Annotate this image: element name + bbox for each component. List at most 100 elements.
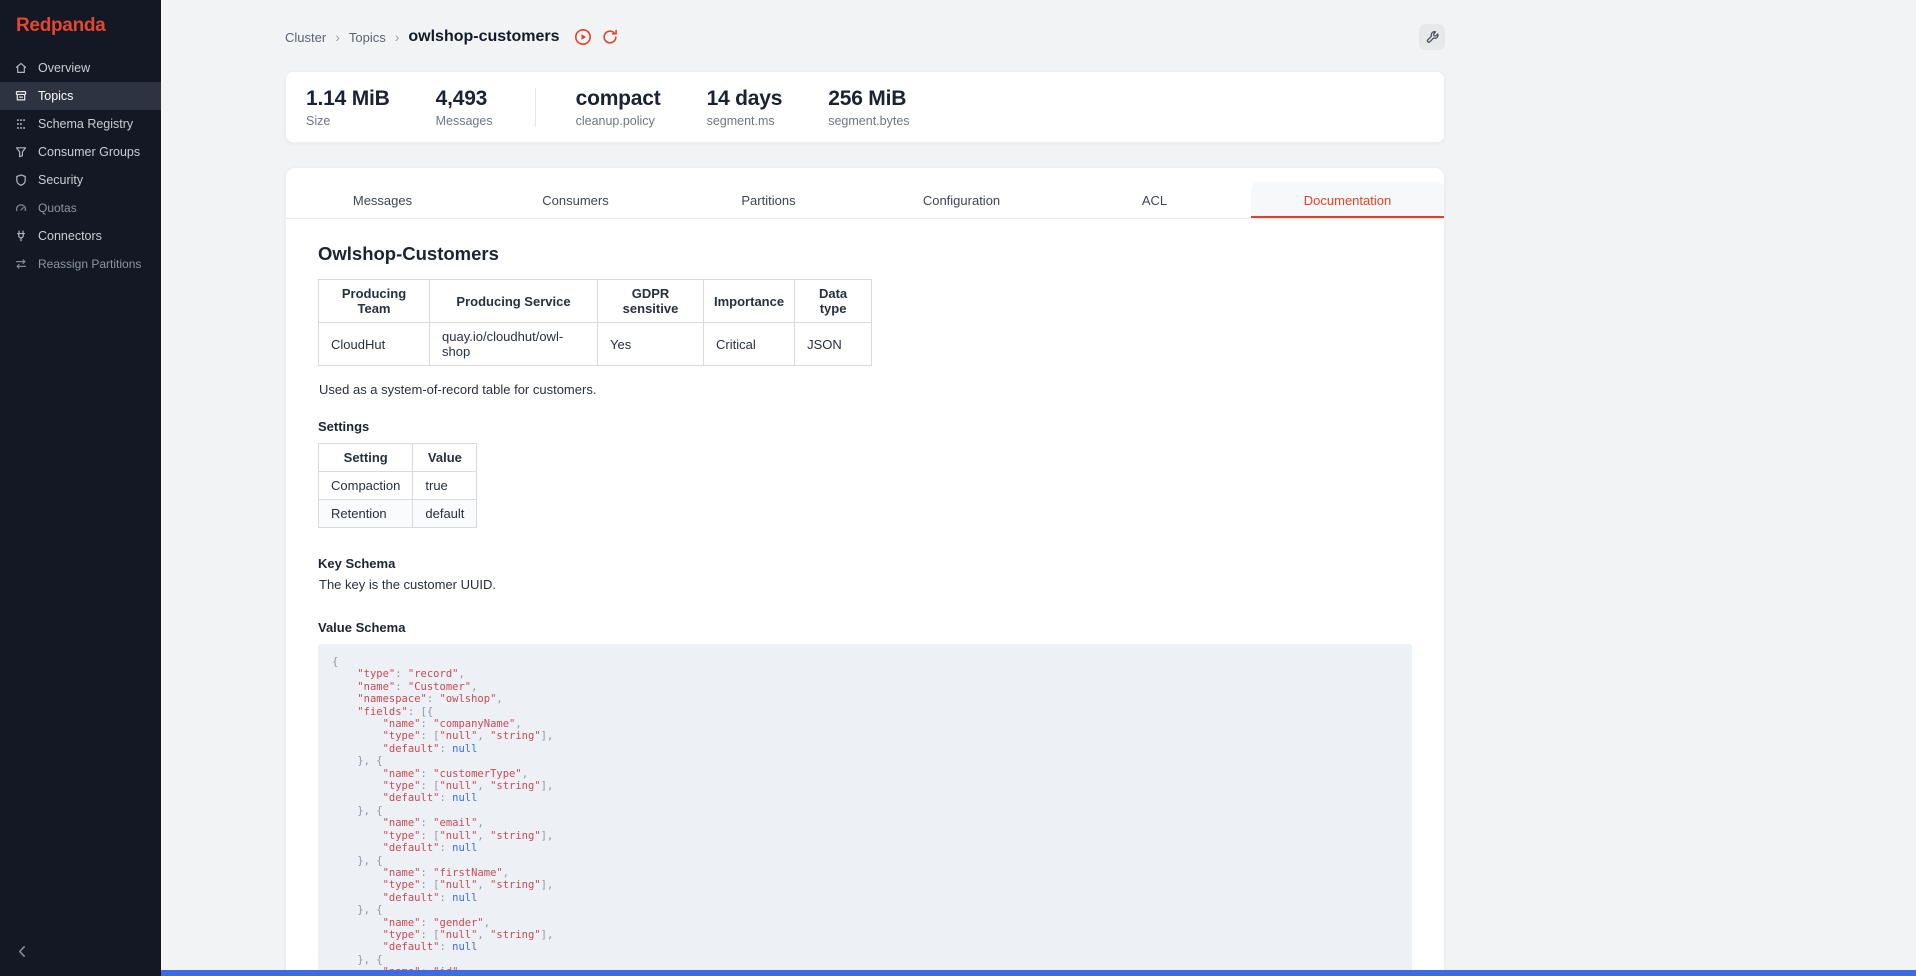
stat-messages: 4,493 Messages (436, 87, 493, 128)
table-cell: quay.io/cloudhut/owl-shop (430, 323, 598, 366)
topic-stats-card: 1.14 MiB Size 4,493 Messages compactcleanup.… (285, 71, 1445, 143)
refresh-button[interactable] (601, 28, 619, 46)
sidebar-item-reassign-partitions[interactable]: Reassign Partitions (0, 250, 161, 278)
sidebar-item-topics[interactable]: Topics (0, 82, 161, 110)
breadcrumb: Cluster › Topics › owlshop-customers (285, 28, 560, 46)
sidebar-item-consumer-groups[interactable]: Consumer Groups (0, 138, 161, 166)
sidebar-collapse-button[interactable] (8, 938, 36, 966)
shield-icon (14, 173, 28, 187)
table-cell: default (413, 500, 477, 528)
sidebar-item-label: Reassign Partitions (38, 257, 141, 271)
sidebar-item-label: Consumer Groups (38, 145, 140, 159)
sidebar-item-label: Connectors (38, 229, 102, 243)
value-schema-heading: Value Schema (318, 620, 1412, 635)
home-icon (14, 61, 28, 75)
sidebar-item-schema-registry[interactable]: Schema Registry (0, 110, 161, 138)
table-header-cell: Producing Team (319, 280, 430, 323)
tab-partitions[interactable]: Partitions (672, 182, 865, 218)
main-area: Cluster › Topics › owlshop-customers 1.14 Mi… (161, 0, 1916, 976)
play-circle-icon (574, 28, 592, 46)
stat-value: compact (576, 87, 661, 111)
redpanda-logo: Redpanda (0, 0, 161, 50)
table-cell: CloudHut (319, 323, 430, 366)
documentation-panel: Owlshop-Customers Producing TeamProducin… (286, 219, 1444, 976)
key-schema-heading: Key Schema (318, 556, 1412, 571)
table-head: SettingValue (319, 444, 477, 472)
doc-title: Owlshop-Customers (318, 243, 1412, 265)
schema-registry-icon (14, 117, 28, 131)
sidebar-item-security[interactable]: Security (0, 166, 161, 194)
breadcrumb-item-topics[interactable]: Topics (349, 30, 386, 45)
sidebar-item-label: Topics (38, 89, 73, 103)
table-cell: Compaction (319, 472, 413, 500)
doc-description: Used as a system-of-record table for cus… (319, 382, 1412, 397)
tab-consumers[interactable]: Consumers (479, 182, 672, 218)
tab-acl[interactable]: ACL (1058, 182, 1251, 218)
table-header-row: Producing TeamProducing ServiceGDPR sens… (319, 280, 872, 323)
stat-value: 14 days (707, 87, 783, 111)
table-body: CloudHutquay.io/cloudhut/owl-shopYesCrit… (319, 323, 872, 366)
tab-bar: MessagesConsumersPartitionsConfiguration… (286, 182, 1444, 219)
plug-icon (14, 229, 28, 243)
stat-value: 4,493 (436, 87, 493, 111)
content-column: Cluster › Topics › owlshop-customers 1.14 Mi… (285, 0, 1445, 976)
value-schema-code: { "type": "record", "name": "Customer", … (318, 644, 1412, 976)
stat-segment-ms: 14 dayssegment.ms (707, 87, 783, 128)
sidebar-item-label: Security (38, 173, 83, 187)
table-header-row: SettingValue (319, 444, 477, 472)
app-root: Redpanda Overview Topics Schema Registry Co… (0, 0, 1916, 976)
sidebar-item-label: Schema Registry (38, 117, 133, 131)
breadcrumb-separator: › (395, 29, 400, 45)
sidebar-item-label: Quotas (38, 201, 77, 215)
breadcrumb-item-cluster[interactable]: Cluster (285, 30, 326, 45)
sidebar: Redpanda Overview Topics Schema Registry Co… (0, 0, 161, 976)
sidebar-item-quotas[interactable]: Quotas (0, 194, 161, 222)
settings-table: SettingValueCompactiontrueRetentiondefau… (318, 443, 477, 528)
settings-button[interactable] (1419, 24, 1445, 50)
sidebar-nav: Overview Topics Schema Registry Consumer Gr… (0, 54, 161, 278)
horizontal-scrollbar[interactable] (161, 970, 1916, 976)
table-cell: true (413, 472, 477, 500)
table-header-cell: Producing Service (430, 280, 598, 323)
settings-heading: Settings (318, 419, 1412, 434)
breadcrumb-separator: › (335, 29, 340, 45)
funnel-icon (14, 145, 28, 159)
topic-actions (574, 28, 619, 46)
key-schema-text: The key is the customer UUID. (319, 577, 1412, 592)
stat-value: 1.14 MiB (306, 87, 390, 111)
topic-detail-card: MessagesConsumersPartitionsConfiguration… (285, 167, 1445, 976)
tab-configuration[interactable]: Configuration (865, 182, 1058, 218)
table-header-cell: GDPR sensitive (598, 280, 704, 323)
gauge-icon (14, 201, 28, 215)
topics-icon (14, 89, 28, 103)
wrench-icon (1425, 30, 1440, 45)
sidebar-item-label: Overview (38, 61, 90, 75)
topic-play-button[interactable] (574, 28, 592, 46)
table-row: Compactiontrue (319, 472, 477, 500)
stat-size: 1.14 MiB Size (306, 87, 390, 128)
tab-documentation[interactable]: Documentation (1251, 182, 1444, 218)
tab-messages[interactable]: Messages (286, 182, 479, 218)
stat-label: Size (306, 114, 390, 128)
table-cell: Yes (598, 323, 704, 366)
sidebar-item-overview[interactable]: Overview (0, 54, 161, 82)
table-head: Producing TeamProducing ServiceGDPR sens… (319, 280, 872, 323)
sidebar-item-connectors[interactable]: Connectors (0, 222, 161, 250)
table-cell: Retention (319, 500, 413, 528)
stat-label: Messages (436, 114, 493, 128)
chevron-left-icon (14, 943, 31, 960)
table-cell: Critical (704, 323, 795, 366)
table-row: Retentiondefault (319, 500, 477, 528)
stat-cleanup-policy: compactcleanup.policy (576, 87, 661, 128)
table-header-cell: Importance (704, 280, 795, 323)
table-cell: JSON (795, 323, 872, 366)
breadcrumb-item-owlshop-customers: owlshop-customers (408, 28, 559, 46)
reassign-icon (14, 257, 28, 271)
table-header-cell: Data type (795, 280, 872, 323)
table-header-cell: Value (413, 444, 477, 472)
refresh-icon (601, 28, 619, 46)
table-body: CompactiontrueRetentiondefault (319, 472, 477, 528)
stat-label: segment.bytes (828, 114, 909, 128)
stat-divider (535, 88, 536, 127)
table-header-cell: Setting (319, 444, 413, 472)
